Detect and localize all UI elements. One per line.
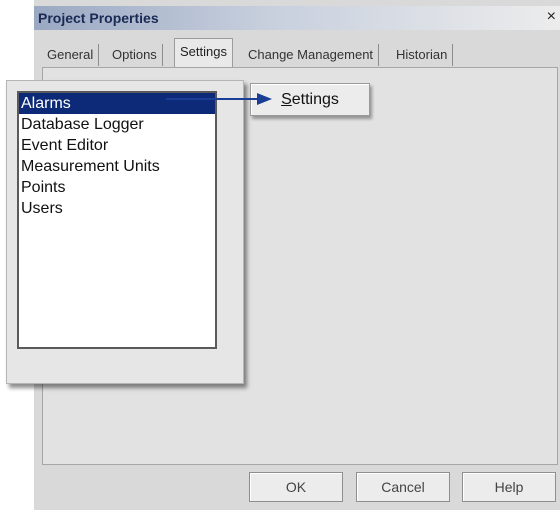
tab-general[interactable]: General [42,44,100,66]
list-item-users[interactable]: Users [19,198,215,219]
list-item-database-logger[interactable]: Database Logger [19,114,215,135]
settings-button-label: ettings [291,91,339,108]
settings-listbox[interactable]: Alarms Database Logger Event Editor Meas… [17,91,217,349]
list-item-event-editor[interactable]: Event Editor [19,135,215,156]
ok-button[interactable]: OK [249,472,343,502]
settings-button[interactable]: Settings [250,83,370,116]
tab-historian[interactable]: Historian [391,44,454,66]
list-item-points[interactable]: Points [19,177,215,198]
settings-list-callout: Alarms Database Logger Event Editor Meas… [6,80,244,384]
settings-button-mnemonic: S [281,91,292,108]
title-bar: Project Properties × [34,6,560,30]
cancel-button[interactable]: Cancel [356,472,450,502]
tab-options[interactable]: Options [107,44,163,66]
tab-change-management[interactable]: Change Management [243,44,380,66]
list-item-alarms[interactable]: Alarms [19,93,215,114]
dialog-title: Project Properties [38,10,159,26]
tab-settings[interactable]: Settings [174,38,233,67]
list-item-measurement-units[interactable]: Measurement Units [19,156,215,177]
close-icon[interactable]: × [547,8,556,26]
help-button[interactable]: Help [462,472,556,502]
